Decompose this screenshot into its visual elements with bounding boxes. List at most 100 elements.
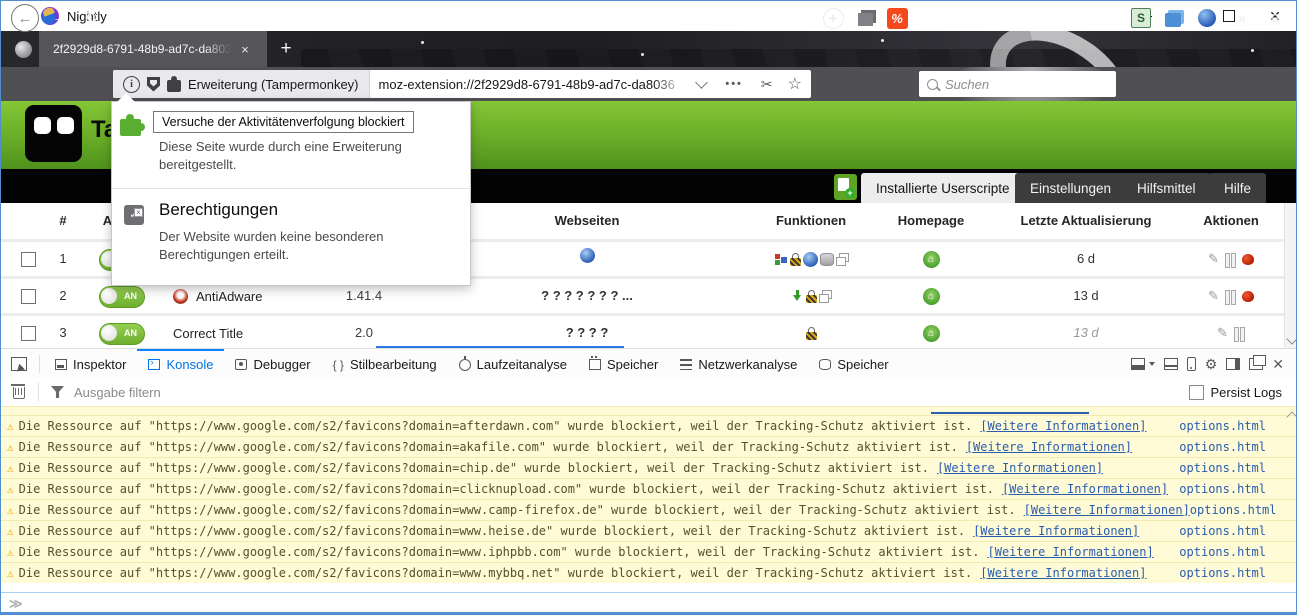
extension-button-s[interactable]: S — [1127, 1, 1155, 35]
screenshot-icon[interactable]: ✂ — [761, 76, 773, 93]
home-icon[interactable]: ⌂ — [922, 250, 940, 268]
bookmark-star-icon[interactable]: ☆ — [788, 74, 802, 94]
url-text[interactable]: moz-extension://2f2929d8-6791-48b9-ad7c-… — [379, 76, 694, 92]
script-name-cell[interactable]: Correct Title — [173, 316, 243, 350]
persist-logs-option[interactable]: Persist Logs — [1189, 384, 1296, 400]
page-actions-icon[interactable]: ••• — [725, 78, 743, 90]
separate-window-icon[interactable] — [1249, 354, 1267, 370]
bug-report-icon[interactable] — [1241, 253, 1254, 265]
search-field[interactable]: Suchen — [919, 71, 1116, 97]
scroll-down-arrow-icon[interactable] — [1286, 333, 1296, 345]
split-console-icon[interactable] — [1163, 357, 1178, 370]
extension-button-red[interactable]: % — [883, 1, 911, 35]
console-scrollbar[interactable] — [1284, 406, 1296, 592]
lock-icon — [789, 252, 801, 266]
warning-icon: ⚠ — [7, 503, 14, 517]
source-link[interactable]: options.html — [1179, 545, 1266, 559]
devtools-tab-label: Konsole — [166, 357, 214, 372]
url-dropdown-chevron-icon[interactable] — [695, 75, 709, 89]
back-button[interactable]: ← — [11, 1, 39, 35]
tm-tab-einstellungen[interactable]: Einstellungen — [1015, 173, 1127, 203]
identity-box[interactable]: i Erweiterung (Tampermonkey) — [113, 70, 370, 98]
tab-close-icon[interactable]: × — [233, 42, 257, 57]
source-link[interactable]: options.html — [1179, 440, 1266, 454]
toolbar-overflow-button[interactable]: » — [1227, 1, 1255, 35]
row-checkbox[interactable] — [21, 326, 36, 341]
source-link[interactable]: options.html — [1179, 566, 1266, 580]
learn-more-link[interactable]: [Weitere Informationen] — [1002, 482, 1168, 496]
learn-more-link[interactable]: [Weitere Informationen] — [980, 419, 1146, 433]
dock-bottom-icon[interactable] — [1130, 357, 1145, 370]
history-bars-icon[interactable] — [1224, 289, 1236, 305]
pocket-save-button[interactable]: + — [819, 1, 847, 35]
sidebar-button[interactable] — [851, 1, 879, 35]
tm-tab-hilfsmittel[interactable]: Hilfsmittel — [1122, 173, 1211, 203]
filter-input[interactable]: Ausgabe filtern — [74, 385, 161, 400]
enabled-toggle[interactable]: AN — [99, 286, 145, 308]
console-warning-row: ⚠ Die Ressource auf "https://www.google.c… — [1, 562, 1296, 583]
dock-caret-icon[interactable] — [1148, 362, 1155, 369]
features-cell — [756, 242, 866, 276]
learn-more-link[interactable]: [Weitere Informationen] — [966, 440, 1132, 454]
toolbar-separator — [39, 354, 40, 373]
pick-element-icon[interactable] — [11, 356, 27, 371]
row-checkbox[interactable] — [21, 252, 36, 267]
forward-button[interactable]: → — [47, 1, 73, 35]
url-bar[interactable]: i Erweiterung (Tampermonkey) moz-extensi… — [113, 70, 811, 98]
reload-button[interactable]: ↻ — [79, 1, 105, 35]
source-link[interactable]: options.html — [1179, 482, 1266, 496]
tm-tab-installierte-userscripte[interactable]: Installierte Userscripte — [861, 173, 1025, 203]
home-icon[interactable]: ⌂ — [922, 324, 940, 342]
permissions-icon: ✓ — [124, 205, 144, 225]
edit-pencil-icon[interactable]: ✎ — [1208, 288, 1219, 304]
new-tab-button[interactable]: + — [271, 31, 301, 67]
settings-icon[interactable]: ⚙ — [1205, 357, 1218, 371]
devtools-tab-stilbearbeitung[interactable]: { } Stilbearbeitung — [322, 349, 448, 378]
devtools-tab-debugger[interactable]: Debugger — [224, 349, 321, 378]
learn-more-link[interactable]: [Weitere Informationen] — [1024, 503, 1190, 517]
learn-more-link[interactable]: [Weitere Informationen] — [988, 545, 1154, 559]
s-extension-icon: S — [1131, 8, 1151, 28]
source-link[interactable]: options.html — [1179, 419, 1266, 433]
source-link[interactable]: options.html — [1190, 503, 1277, 517]
warning-message: Die Ressource auf "https://www.google.co… — [18, 503, 1016, 517]
warning-message: Die Ressource auf "https://www.google.co… — [18, 461, 929, 475]
hamburger-menu-button[interactable]: ≡ — [1261, 1, 1291, 35]
persist-logs-checkbox[interactable] — [1189, 384, 1205, 400]
theme-mountains-decoration — [301, 49, 1296, 67]
close-icon[interactable]: ✕ — [1272, 357, 1284, 371]
devtools-tab-inspektor[interactable]: Inspektor — [44, 349, 137, 378]
tracking-shield-icon[interactable] — [147, 76, 160, 92]
devtools-tab-laufzeitanalyse[interactable]: Laufzeitanalyse — [448, 349, 578, 378]
history-bars-icon[interactable] — [1233, 326, 1245, 342]
row-checkbox[interactable] — [21, 289, 36, 304]
edit-pencil-icon[interactable]: ✎ — [1217, 325, 1228, 341]
extension-button-pages[interactable] — [1159, 1, 1187, 35]
learn-more-link[interactable]: [Weitere Informationen] — [973, 524, 1139, 538]
learn-more-link[interactable]: [Weitere Informationen] — [980, 566, 1146, 580]
devtools-tab-speicher[interactable]: Speicher — [578, 349, 669, 378]
last-updated: 13 d — [1073, 288, 1099, 303]
devtools-tab-konsole[interactable]: Konsole — [137, 349, 225, 378]
tm-tab-hilfe[interactable]: Hilfe — [1209, 173, 1267, 203]
history-bars-icon[interactable] — [1224, 252, 1236, 268]
warning-message: Die Ressource auf "https://www.google.co… — [18, 440, 958, 454]
home-icon[interactable]: ⌂ — [922, 287, 940, 305]
edit-pencil-icon[interactable]: ✎ — [1208, 251, 1219, 267]
page-scrollbar[interactable] — [1284, 203, 1296, 348]
extension-button-globe[interactable] — [1193, 1, 1221, 35]
browser-tab[interactable]: 2f2929d8-6791-48b9-ad7c-da80360 × — [39, 31, 267, 67]
responsive-mode-icon[interactable] — [1186, 356, 1196, 371]
source-link[interactable]: options.html — [1179, 524, 1266, 538]
clear-console-icon[interactable] — [11, 384, 25, 399]
enabled-toggle[interactable]: AN — [99, 323, 145, 345]
devtools-tab-netzwerkanalyse[interactable]: Netzwerkanalyse — [669, 349, 808, 378]
dock-side-icon[interactable] — [1226, 357, 1241, 370]
learn-more-link[interactable]: [Weitere Informationen] — [937, 461, 1103, 475]
devtools-tab-speicher[interactable]: Speicher — [808, 349, 899, 378]
info-icon[interactable]: i — [123, 75, 140, 93]
bug-report-icon[interactable] — [1241, 290, 1254, 302]
scroll-up-arrow-icon[interactable] — [1286, 411, 1296, 423]
new-userscript-button[interactable]: + — [834, 174, 857, 200]
source-link[interactable]: options.html — [1179, 461, 1266, 475]
